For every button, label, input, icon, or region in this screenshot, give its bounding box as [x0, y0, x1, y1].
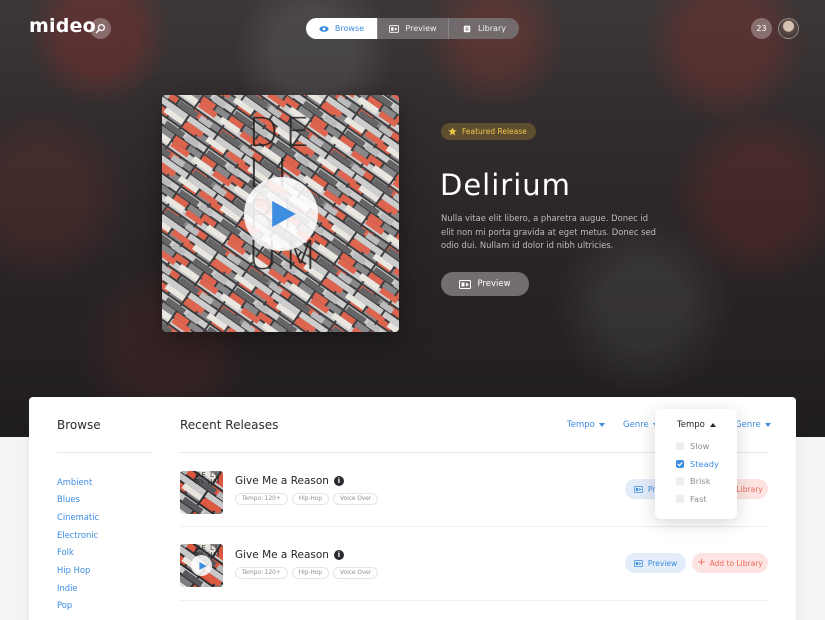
genre-filter-label: Genre: [623, 420, 649, 430]
search-icon: [95, 23, 106, 34]
track-title[interactable]: Give Me a Reason i: [235, 549, 344, 561]
tag-genre[interactable]: Hip-Hop: [291, 567, 330, 579]
track-tags: Tempo: 120+ Hip-Hop Voice Over: [235, 567, 379, 579]
tempo-filter-label: Tempo: [567, 420, 595, 430]
hero-preview-button[interactable]: Preview: [441, 272, 529, 296]
track-thumbnail[interactable]: DE LI RI UM: [180, 544, 223, 587]
track-title[interactable]: Give Me a Reason i: [235, 475, 344, 487]
tag-type[interactable]: Voice Over: [333, 493, 379, 505]
track-play-button[interactable]: [191, 555, 212, 576]
tab-preview[interactable]: Preview: [377, 18, 448, 39]
genre-filter-2-label: Genre: [735, 420, 761, 430]
tempo-option-brisk[interactable]: Brisk: [676, 476, 711, 486]
tag-tempo[interactable]: Tempo: 120+: [235, 567, 288, 579]
film-icon: [389, 24, 400, 33]
plus-icon: +: [697, 557, 706, 568]
view-switcher: Browse Preview Library: [306, 18, 519, 39]
library-icon: [463, 25, 471, 32]
tempo-option-steady[interactable]: Steady: [676, 459, 719, 469]
tab-browse-label: Browse: [334, 24, 365, 33]
tab-browse[interactable]: Browse: [306, 18, 377, 39]
section-title: Recent Releases: [180, 418, 279, 432]
sidebar-item-cinematic[interactable]: Cinematic: [57, 512, 99, 522]
option-label: Fast: [690, 494, 707, 504]
track-title-text: Give Me a Reason: [235, 475, 329, 487]
track-title-text: Give Me a Reason: [235, 549, 329, 561]
checkbox[interactable]: [676, 495, 684, 503]
release-title: Delirium: [440, 168, 571, 202]
search-button[interactable]: [90, 18, 111, 39]
tag-type[interactable]: Voice Over: [333, 567, 379, 579]
info-icon[interactable]: i: [333, 476, 344, 486]
tempo-dropdown-label: Tempo: [677, 420, 705, 430]
tempo-filter[interactable]: Tempo: [567, 420, 605, 430]
genre-filter-2[interactable]: Genre: [735, 420, 771, 430]
add-to-library-label: Add to Library: [709, 558, 763, 568]
sidebar-item-pop[interactable]: Pop: [57, 600, 72, 610]
add-to-library-button[interactable]: + Add to Library: [692, 553, 768, 573]
sidebar-item-indie[interactable]: Indie: [57, 583, 78, 593]
tag-tempo[interactable]: Tempo: 120+: [235, 493, 288, 505]
tempo-dropdown: Tempo Slow Steady Brisk Fast: [655, 409, 737, 519]
checkbox-checked[interactable]: [676, 460, 684, 468]
track-art-title: DE LI RI UM: [195, 471, 221, 486]
row-divider: [180, 526, 768, 527]
film-icon: [633, 485, 643, 493]
film-icon: [633, 559, 643, 567]
release-description: Nulla vitae elit libero, a pharetra augu…: [441, 213, 656, 250]
chevron-down-icon: [598, 423, 605, 427]
featured-badge: Featured Release: [441, 123, 536, 140]
track-preview-button[interactable]: Preview: [625, 553, 686, 573]
sidebar-item-ambient[interactable]: Ambient: [57, 477, 92, 487]
app-logo[interactable]: mideo: [29, 15, 96, 37]
tempo-dropdown-header[interactable]: Tempo: [677, 420, 716, 430]
track-thumbnail[interactable]: DE LI RI UM: [180, 471, 223, 514]
row-divider: [180, 600, 768, 601]
featured-label: Featured Release: [462, 127, 527, 136]
option-label: Slow: [690, 441, 710, 451]
film-icon: [459, 279, 472, 289]
track-tags: Tempo: 120+ Hip-Hop Voice Over: [235, 493, 379, 505]
user-avatar[interactable]: [778, 18, 799, 39]
genre-filter[interactable]: Genre: [623, 420, 659, 430]
tempo-option-slow[interactable]: Slow: [676, 441, 709, 451]
hero-preview-label: Preview: [477, 279, 511, 289]
album-cover[interactable]: DE LI RI UM: [162, 95, 399, 332]
sidebar-item-electronic[interactable]: Electronic: [57, 530, 98, 540]
checkbox[interactable]: [676, 442, 684, 450]
eye-icon: [319, 25, 329, 32]
tag-genre[interactable]: Hip-Hop: [291, 493, 330, 505]
sidebar-item-folk[interactable]: Folk: [57, 547, 74, 557]
content-panel: Browse Ambient Blues Cinematic Electroni…: [29, 397, 796, 620]
play-button[interactable]: [244, 177, 318, 251]
sidebar-item-blues[interactable]: Blues: [57, 494, 80, 504]
tab-library-label: Library: [478, 24, 506, 33]
chevron-down-icon: [764, 423, 771, 427]
hero-background: [0, 0, 825, 437]
option-label: Steady: [690, 459, 719, 469]
sidebar-item-hip-hop[interactable]: Hip Hop: [57, 565, 90, 575]
tempo-option-fast[interactable]: Fast: [676, 494, 707, 504]
track-preview-label: Preview: [647, 558, 678, 568]
option-label: Brisk: [690, 476, 711, 486]
check-icon: [677, 462, 683, 467]
play-icon: [198, 561, 207, 570]
chevron-up-icon: [709, 423, 716, 427]
top-bar: mideo Browse Preview Library 23: [0, 0, 825, 56]
notification-badge[interactable]: 23: [751, 18, 772, 39]
sidebar-title: Browse: [57, 418, 101, 432]
tab-preview-label: Preview: [405, 24, 437, 33]
checkbox[interactable]: [676, 477, 684, 485]
play-icon: [271, 201, 296, 227]
star-icon: [448, 127, 457, 136]
tab-library[interactable]: Library: [448, 18, 519, 39]
sidebar-divider: [57, 452, 153, 453]
info-icon[interactable]: i: [333, 550, 344, 560]
